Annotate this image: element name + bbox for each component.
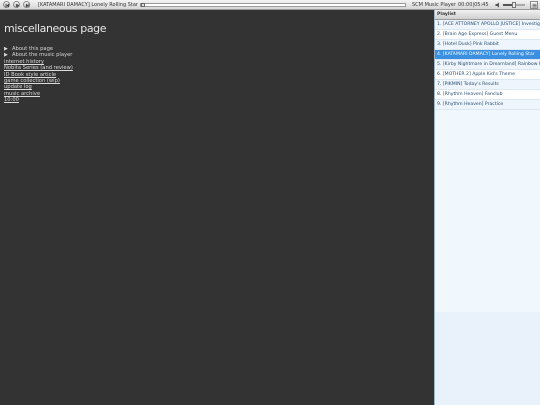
playlist-empty-area <box>435 312 540 405</box>
main-content: miscellaneous page ▶ About this page ▶ Abo… <box>0 10 434 405</box>
volume-icon[interactable] <box>495 2 501 8</box>
music-player-bar: [KATAMARI DAMACY] Lonely Rolling Star SC… <box>0 0 540 10</box>
link-update-log[interactable]: update log <box>4 84 32 90</box>
playlist-item[interactable]: 3. [Hotel Dusk] Pink Rabbit <box>435 40 540 50</box>
link-clock[interactable]: 10:00 <box>4 97 19 103</box>
playlist-item[interactable]: 5. [Kirby Nightmare in Dreamland] Rainbo… <box>435 60 540 70</box>
now-playing-title: [KATAMARI DAMACY] Lonely Rolling Star <box>38 2 138 8</box>
playlist-item[interactable]: 6. [MOTHER 2] Apple Kid's Theme <box>435 70 540 80</box>
playlist-header: Playlist <box>435 10 540 20</box>
play-icon <box>16 3 20 8</box>
playlist-item[interactable]: 2. [Brain Age Express] Guest Menu <box>435 30 540 40</box>
prev-icon <box>5 3 9 8</box>
link-nobita-series[interactable]: Nobita Series (and review) <box>4 65 73 71</box>
play-button[interactable] <box>13 1 20 8</box>
menu-icon <box>532 3 537 8</box>
volume-handle[interactable] <box>512 2 516 8</box>
volume-slider[interactable] <box>503 2 525 8</box>
link-id-book-article[interactable]: ID Book style article <box>4 72 56 78</box>
link-internet-history[interactable]: internet history <box>4 59 44 65</box>
playlist-item[interactable]: 7. [PIKMIN] Today's Results <box>435 80 540 90</box>
player-menu-button[interactable] <box>530 1 538 9</box>
nav-item: 10:00 <box>4 97 73 103</box>
playlist-item[interactable]: 9. [Rhythm Heaven] Practice <box>435 100 540 110</box>
playback-time: 00:00|05:45 <box>458 2 489 8</box>
about-page-label: About this page <box>12 46 54 52</box>
next-button[interactable] <box>23 1 30 8</box>
playlist-item[interactable]: 8. [Rhythm Heaven] Fanclub <box>435 90 540 100</box>
player-brand: SCM Music Player <box>412 2 456 8</box>
playlist-item[interactable]: 4. [KATAMARI DAMACY] Lonely Rolling Star <box>435 50 540 60</box>
playlist-list: 1. [ACE ATTORNEY APOLLO JUSTICE] Investi… <box>435 20 540 110</box>
seek-handle[interactable] <box>141 3 145 7</box>
link-music-archive[interactable]: music archive <box>4 91 40 97</box>
about-player-label: About the music player <box>12 52 73 59</box>
nav-list: ▶ About this page ▶ About the music player… <box>4 46 73 104</box>
next-icon <box>26 3 30 8</box>
playlist-panel: Playlist 1. [ACE ATTORNEY APOLLO JUSTICE… <box>434 10 540 405</box>
page-title: miscellaneous page <box>4 22 107 35</box>
prev-button[interactable] <box>3 1 10 8</box>
seek-bar[interactable] <box>140 3 406 7</box>
playlist-item[interactable]: 1. [ACE ATTORNEY APOLLO JUSTICE] Investi… <box>435 20 540 30</box>
link-game-collection[interactable]: game collection (wip) <box>4 78 60 84</box>
